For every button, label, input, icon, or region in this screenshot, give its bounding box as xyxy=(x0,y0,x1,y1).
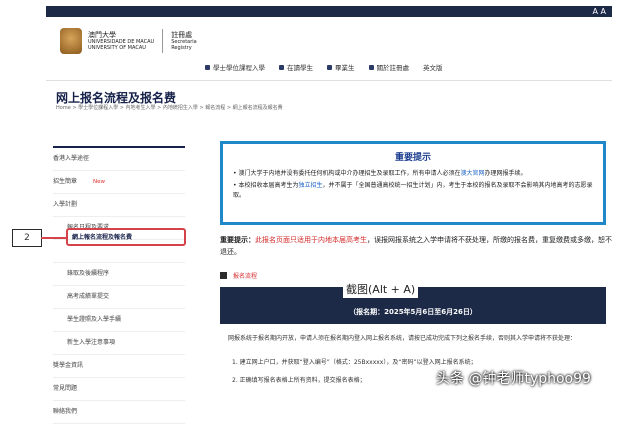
logo-divider xyxy=(162,29,164,53)
sidebar-item-label: 招生簡章 xyxy=(53,178,78,185)
sidebar-item[interactable]: 聯絡我們 xyxy=(53,401,185,424)
sidebar-item-label: 新生入學注意事項 xyxy=(67,339,116,346)
notice-bullet: • 本校招收本届高考生为独立招生，并不属于「全国普通高校统一招生计划」内，考生于… xyxy=(233,182,593,199)
process-label: 报名流程 xyxy=(233,273,258,280)
notice-bullet: • 澳门大学于内地并没有委托任何机构或中介办理招生及录取工作，所有申请人必须在澳… xyxy=(233,170,527,177)
nav-label: 畢業生 xyxy=(335,64,355,72)
registration-period: （报名期：2025年5月6日至6月26日） xyxy=(349,308,477,316)
office-name: 註冊處 Secretaria Registry xyxy=(171,31,197,51)
body-text-line: 2. 正确填写报名表格上所有资料，提交报名表格； xyxy=(232,377,366,384)
university-name: 澳門大學 UNIVERSIDADE DE MACAU UNIVERSITY OF… xyxy=(88,31,154,51)
sidebar-item[interactable]: 香港入學途徑 xyxy=(53,146,185,171)
sidebar-item-label: 常見問題 xyxy=(53,385,78,392)
sidebar-item[interactable]: 入學計劃 xyxy=(53,194,185,217)
office-name-cn: 註冊處 xyxy=(171,31,193,39)
sidebar-item-label: 網上報名流程及報名費 xyxy=(72,234,133,241)
nav-label: 學士學位課程入學 xyxy=(213,64,265,72)
nav-label: 關於註冊處 xyxy=(376,64,410,72)
top-bar: A A xyxy=(46,6,612,17)
sidebar-item[interactable]: 新生入學注意事項 xyxy=(53,332,185,355)
site-logo[interactable]: 澳門大學 UNIVERSIDADE DE MACAU UNIVERSITY OF… xyxy=(60,26,197,56)
notice-text: 本校招收本届高考生为 xyxy=(238,182,299,189)
sidebar-item-label: 香港入學途徑 xyxy=(53,155,90,162)
sidebar-item[interactable]: 錄取及後續程序 xyxy=(53,263,185,286)
nav-label: 英文版 xyxy=(423,64,443,72)
sidebar-item-label: 學生證照及入學手續 xyxy=(67,316,122,323)
sidebar-item-label: 聯絡我們 xyxy=(53,408,78,415)
nav-label: 在讀學生 xyxy=(287,64,313,72)
notice-highlight: 独立招生 xyxy=(298,182,323,189)
notice-text: 办理网报手续。 xyxy=(484,170,527,177)
sidebar-item[interactable]: 學生證照及入學手續 xyxy=(53,309,185,332)
reminder-highlight: 此报名页面只适用于内地本届高考生 xyxy=(255,236,367,244)
collapse-icon[interactable] xyxy=(220,272,227,279)
nav-item-about[interactable]: 關於註冊處 xyxy=(368,62,410,72)
screenshot-tooltip: 截图(Alt + A) xyxy=(343,280,419,298)
sidebar-item[interactable]: 獎學金資訊 xyxy=(53,355,185,378)
nav-item-admission[interactable]: 學士學位課程入學 xyxy=(205,62,265,72)
sidebar-item[interactable]: 常見問題 xyxy=(53,378,185,401)
graduate-icon xyxy=(327,64,332,70)
official-site-link[interactable]: 澳大官网 xyxy=(460,170,484,177)
sidebar-item-online-registration[interactable]: 網上報名流程及報名費 xyxy=(66,228,186,246)
notice-title: 重要提示 xyxy=(394,153,431,163)
process-section-header[interactable]: 报名流程 xyxy=(220,271,257,280)
reminder-label: 重要提示： xyxy=(220,236,255,244)
sidebar-item[interactable]: 高考成績單提交 xyxy=(53,286,185,309)
nav-item-english[interactable]: 英文版 xyxy=(423,62,443,72)
new-badge: New xyxy=(93,179,106,185)
header-divider xyxy=(46,80,612,81)
important-reminder: 重要提示：此报名页面只适用于内地本届高考生，误报网报系统之入学申请将不获处理，所… xyxy=(220,234,612,258)
nav-item-graduates[interactable]: 畢業生 xyxy=(327,62,355,72)
annotation-connector xyxy=(41,237,66,239)
office-name-en: Registry xyxy=(171,45,192,51)
sidebar-item[interactable]: 招生簡章 New xyxy=(53,171,185,194)
watermark: 头条 @钟老师typhoo99 xyxy=(436,371,591,387)
body-text-line: 网报系统于报名期内开放，申请人须在报名期内登入网上报名系统，请按已成功完成下列之… xyxy=(228,335,577,342)
university-name-en: UNIVERSITY OF MACAU xyxy=(88,45,146,51)
sidebar: 香港入學途徑 招生簡章 New 入學計劃 報名日程及要求 錄取及後續程序 高考成績… xyxy=(53,146,185,424)
body-text-line: 1. 建立网上户口，并获取“登入编号”（格式：25Bxxxxx），及“密码”以登… xyxy=(232,359,477,366)
sidebar-item-label: 獎學金資訊 xyxy=(53,362,84,369)
info-icon xyxy=(368,64,374,70)
sidebar-item-label: 入學計劃 xyxy=(53,201,78,208)
notice-text: 澳门大学于内地并没有委托任何机构或中介办理招生及录取工作，所有申请人必须在 xyxy=(238,170,461,177)
main-nav: 學士學位課程入學 在讀學生 畢業生 關於註冊處 英文版 xyxy=(205,62,443,72)
sidebar-item-label: 高考成績單提交 xyxy=(67,293,110,300)
sidebar-item-label: 錄取及後續程序 xyxy=(67,270,110,277)
font-size-toggle[interactable]: A A xyxy=(593,6,607,17)
important-notice-box: 重要提示 • 澳门大学于内地并没有委托任何机构或中介办理招生及录取工作，所有申请… xyxy=(220,141,606,225)
university-seal-icon xyxy=(60,28,82,54)
annotation-number: 2 xyxy=(12,229,42,247)
breadcrumb[interactable]: Home > 學士學位課程入學 > 內地考生入學 > 內地統招生入學 > 報名流… xyxy=(56,104,283,111)
graduation-icon xyxy=(205,64,210,70)
university-name-cn: 澳門大學 xyxy=(88,31,116,39)
nav-item-current-students[interactable]: 在讀學生 xyxy=(279,62,313,72)
student-icon xyxy=(279,64,284,70)
